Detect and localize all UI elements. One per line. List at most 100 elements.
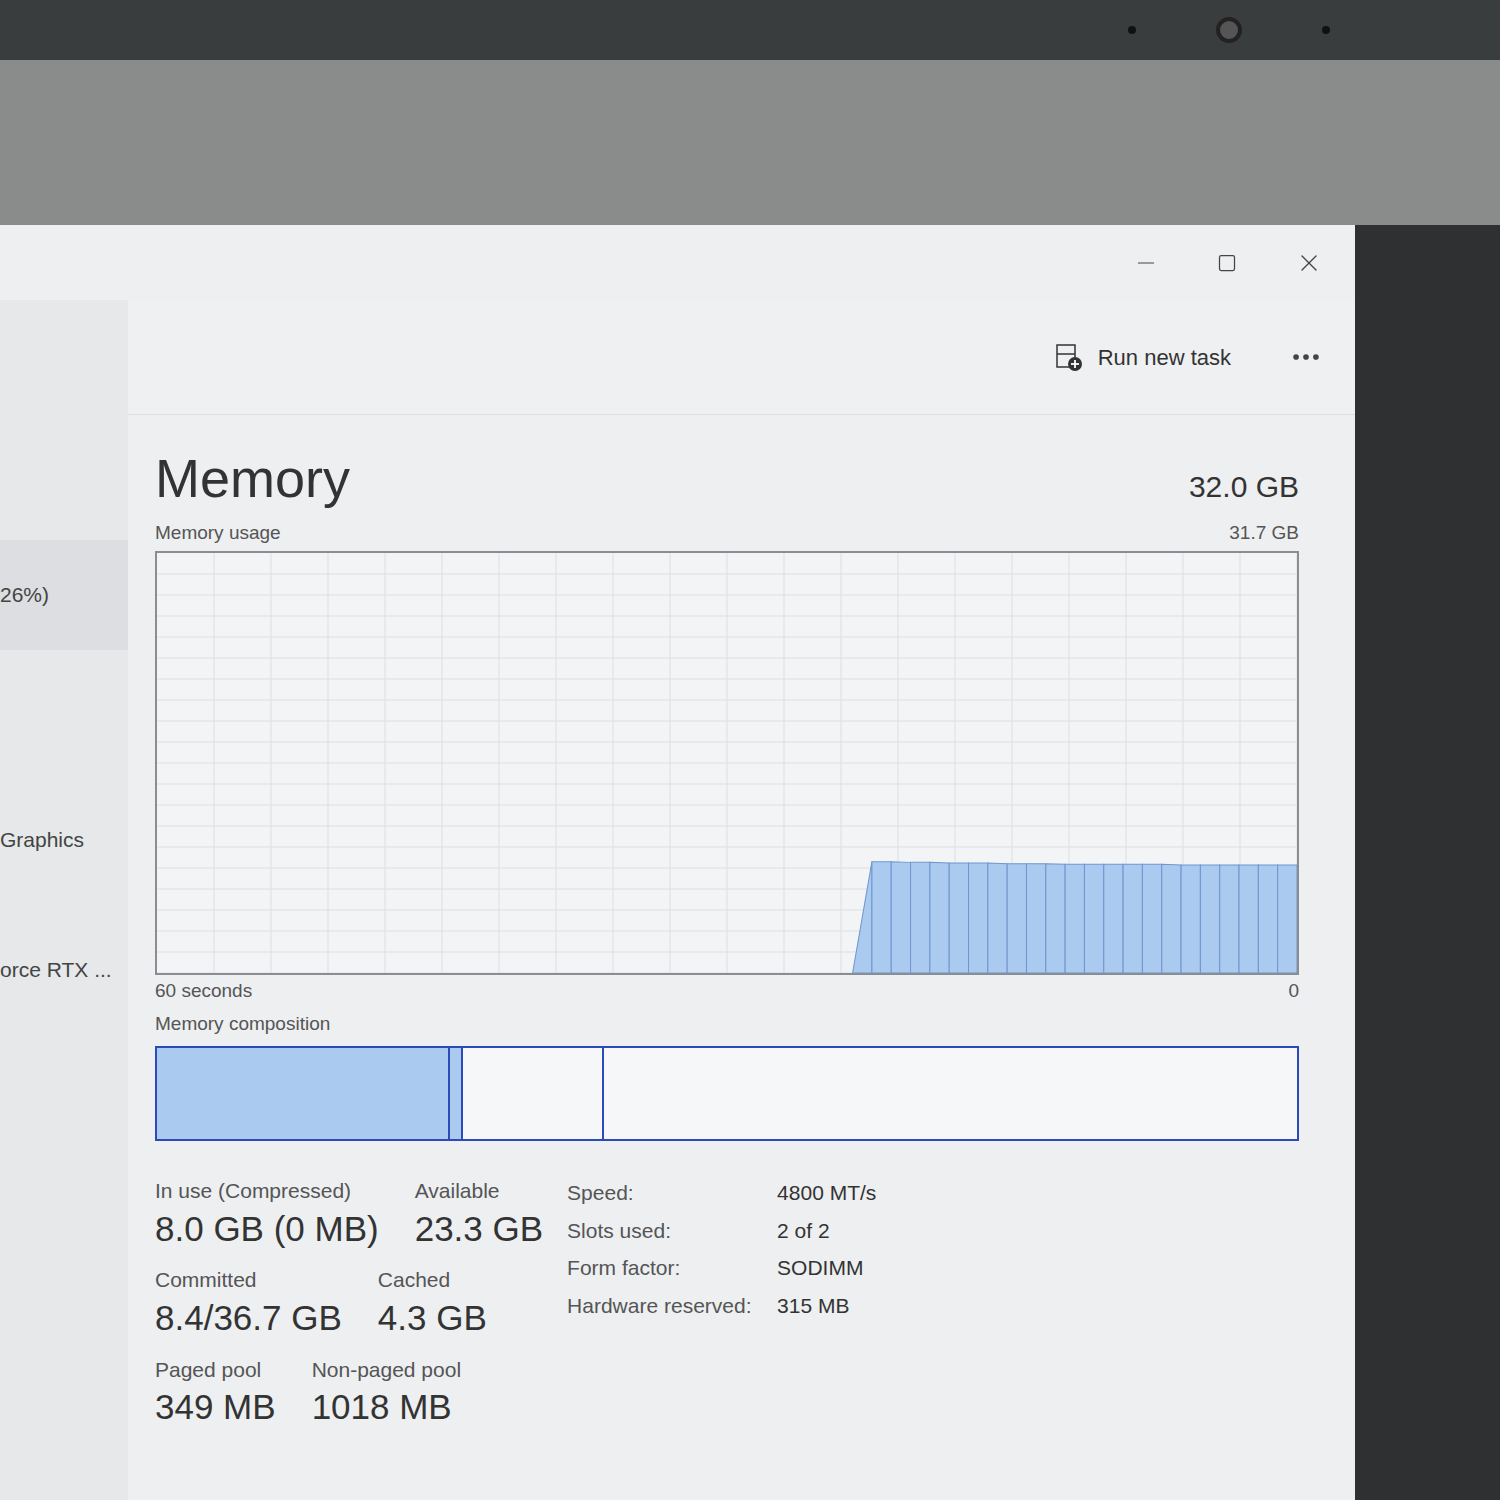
usage-segment [215, 973, 234, 974]
usage-segment [969, 863, 988, 973]
usage-segment [1007, 864, 1026, 973]
detail-row: Speed:4800 MT/s [567, 1177, 876, 1209]
composition-segment [157, 1048, 448, 1139]
usage-segment [331, 973, 350, 974]
minimize-icon[interactable] [1133, 250, 1159, 276]
composition-segment [461, 1048, 601, 1139]
usage-segment [679, 973, 698, 974]
usage-segment [911, 862, 930, 973]
usage-segment [640, 973, 659, 974]
usage-segment [234, 973, 253, 974]
run-new-task-button[interactable]: Run new task [1054, 341, 1231, 374]
usage-segment [717, 973, 736, 974]
composition-segment [602, 1048, 1297, 1139]
usage-segment [428, 973, 447, 974]
usage-segment [196, 973, 215, 974]
usage-segment [292, 973, 311, 974]
sidebar-item[interactable]: 26%) [0, 540, 128, 650]
usage-segment [350, 973, 369, 974]
total-memory: 32.0 GB [1189, 464, 1299, 513]
composition-segment [448, 1048, 462, 1139]
usage-segment [949, 863, 968, 973]
sensor-dot [1128, 26, 1136, 34]
stat: Committed8.4/36.7 GB [155, 1264, 342, 1339]
usage-segment [1200, 865, 1219, 973]
stats: In use (Compressed)8.0 GB (0 MB) Availabl… [155, 1175, 543, 1429]
usage-segment [408, 973, 427, 974]
usage-segment [853, 862, 872, 973]
usage-segment [833, 973, 852, 974]
task-manager-window: 26%) Graphics orce RTX ... Run new task Memo… [0, 225, 1355, 1500]
usage-segment [1181, 865, 1200, 973]
usage-segment [582, 973, 601, 974]
usage-segment [1065, 864, 1084, 973]
screen: 26%) Graphics orce RTX ... Run new task Memo… [0, 0, 1500, 1500]
sidebar-item[interactable]: orce RTX ... [0, 915, 128, 1025]
detail-row: Hardware reserved:315 MB [567, 1290, 876, 1322]
usage-segment [1123, 864, 1142, 973]
maximize-icon[interactable] [1217, 253, 1237, 273]
usage-segment [254, 973, 273, 974]
stat: Available23.3 GB [415, 1175, 543, 1250]
usage-chart [157, 553, 1297, 973]
usage-segment [1258, 865, 1277, 973]
camera-icon [1216, 17, 1242, 43]
chart-min-label: 0 [1288, 977, 1299, 1006]
memory-page: Memory32.0 GBMemory usage31.7 GB60 secon… [128, 415, 1355, 1429]
detail-row: Form factor:SODIMM [567, 1252, 876, 1284]
usage-segment [659, 973, 678, 974]
usage-segment [505, 973, 524, 974]
usage-segment [930, 862, 949, 973]
bezel [0, 0, 1500, 60]
usage-segment [1026, 864, 1045, 973]
usage-segment [1046, 864, 1065, 973]
detail-row: Slots used:2 of 2 [567, 1215, 876, 1247]
stat: In use (Compressed)8.0 GB (0 MB) [155, 1175, 379, 1250]
sensor-dot [1322, 26, 1330, 34]
usage-segment [1142, 864, 1161, 973]
sidebar: 26%) Graphics orce RTX ... [0, 300, 128, 1500]
chart-frame [155, 551, 1299, 975]
chart-max-label: 31.7 GB [1229, 519, 1299, 548]
usage-segment [601, 973, 620, 974]
stat: Paged pool349 MB [155, 1354, 276, 1429]
usage-segment [370, 973, 389, 974]
close-icon[interactable] [1295, 249, 1323, 277]
usage-segment [1220, 865, 1239, 973]
run-task-icon [1054, 342, 1084, 372]
usage-segment [891, 862, 910, 973]
usage-segment [157, 973, 176, 974]
usage-segment [737, 973, 756, 974]
usage-segment [563, 973, 582, 974]
stat: Non-paged pool1018 MB [312, 1354, 461, 1429]
usage-segment [1104, 864, 1123, 973]
stats-row: Paged pool349 MB Non-paged pool1018 MB [155, 1354, 543, 1429]
usage-segment [872, 862, 891, 973]
usage-segment [1239, 865, 1258, 973]
usage-segment [485, 973, 504, 974]
usage-segment [698, 973, 717, 974]
usage-segment [389, 973, 408, 974]
sidebar-item[interactable]: Graphics [0, 785, 128, 895]
usage-segment [988, 863, 1007, 973]
usage-segment [814, 973, 833, 974]
usage-segment [447, 973, 466, 974]
usage-segment [756, 973, 775, 974]
usage-segment [1162, 864, 1181, 973]
usage-segment [273, 973, 292, 974]
stats-row: Committed8.4/36.7 GBCached4.3 GB [155, 1264, 543, 1339]
chart-time-label: 60 seconds [155, 977, 252, 1006]
usage-segment [775, 973, 794, 974]
chart-label: Memory usage [155, 519, 281, 548]
usage-segment [176, 973, 195, 974]
stats-row: In use (Compressed)8.0 GB (0 MB) Availabl… [155, 1175, 543, 1250]
more-icon[interactable] [1289, 340, 1323, 374]
details: Speed:4800 MT/s Slots used:2 of 2 Form fac… [567, 1175, 876, 1429]
desktop [0, 60, 1500, 225]
usage-segment [1278, 865, 1297, 973]
usage-segment [795, 973, 814, 974]
usage-segment [1084, 864, 1103, 973]
usage-segment [466, 973, 485, 974]
title-bar [0, 225, 1355, 300]
toolbar: Run new task [128, 300, 1355, 415]
